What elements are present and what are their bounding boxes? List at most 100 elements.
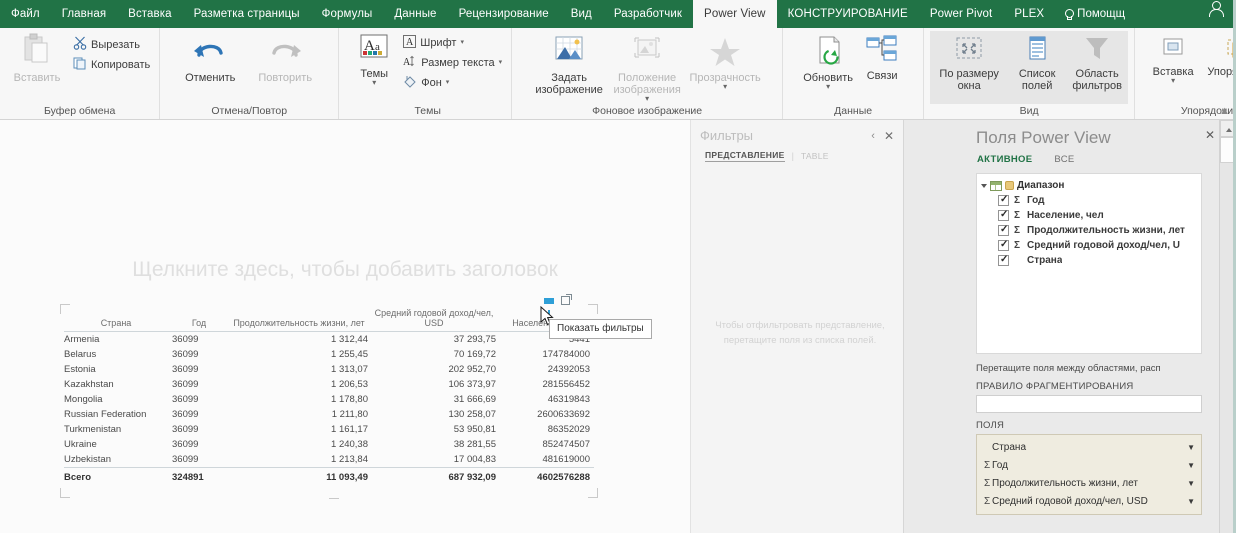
power-view-table[interactable]: Страна Год Продолжительность жизни, лет … — [64, 308, 594, 485]
refresh-button[interactable]: Обновить ▾ — [799, 33, 857, 91]
field-checkbox-life-expectancy[interactable]: Σ Продолжительность жизни, лет — [982, 221, 1196, 236]
image-position-chevron-down-icon[interactable]: ▾ — [645, 95, 649, 103]
field-checkbox-country[interactable]: Страна — [982, 251, 1196, 266]
chevron-down-icon[interactable]: ▼ — [1187, 497, 1195, 506]
show-filters-funnel-icon[interactable] — [544, 297, 554, 314]
fields-tab-all[interactable]: ВСЕ — [1054, 154, 1074, 165]
transparency-button[interactable]: Прозрачность ▾ — [686, 33, 764, 91]
header-life-expectancy[interactable]: Продолжительность жизни, лет — [230, 308, 372, 332]
fit-to-window-button[interactable]: По размеру окна — [930, 33, 1008, 92]
resize-handle-top-left[interactable] — [60, 304, 70, 314]
checkbox-icon[interactable] — [998, 239, 1009, 251]
table-visualization[interactable]: Страна Год Продолжительность жизни, лет … — [60, 294, 598, 499]
table-row[interactable]: Mongolia 36099 1 178,80 31 666,69 463198… — [64, 392, 594, 407]
image-position-button[interactable]: Положение изображения ▾ — [608, 33, 686, 103]
cell-life: 1 240,38 — [331, 439, 368, 450]
paste-button[interactable]: Вставить — [5, 31, 69, 84]
filters-close-icon[interactable]: ✕ — [884, 129, 894, 143]
ribbon-tab-page-layout[interactable]: Разметка страницы — [183, 0, 311, 28]
insert-chevron-down-icon[interactable]: ▾ — [1171, 77, 1175, 85]
tell-me-help[interactable]: Помощщ — [1055, 0, 1134, 28]
expand-triangle-icon[interactable] — [981, 183, 987, 188]
filters-tab-table[interactable]: TABLE — [801, 151, 829, 161]
table-row[interactable]: Kazakhstan 36099 1 206,53 106 373,97 281… — [64, 377, 594, 392]
set-image-button[interactable]: Задать изображение — [530, 33, 608, 96]
text-size-button[interactable]: A Размер текста ▾ — [399, 53, 506, 73]
chevron-down-icon[interactable]: ▼ — [1187, 443, 1195, 452]
collapse-ribbon-icon[interactable]: ▲ — [1219, 105, 1230, 117]
ribbon-tab-home[interactable]: Главная — [51, 0, 117, 28]
chevron-down-icon[interactable]: ▼ — [1187, 461, 1195, 470]
cell-population: 281556452 — [542, 379, 590, 390]
field-checkbox-income[interactable]: Σ Средний годовой доход/чел, U — [982, 236, 1196, 251]
table-row[interactable]: Armenia 36099 1 312,44 37 293,75 5441 — [64, 332, 594, 348]
ribbon-tab-plex[interactable]: PLEX — [1003, 0, 1055, 28]
redo-button[interactable]: Повторить — [246, 37, 324, 84]
arrange-button[interactable]: Упорядочить ▾ — [1201, 35, 1236, 84]
resize-handle-bottom-right[interactable] — [588, 488, 598, 498]
table-row[interactable]: Uzbekistan 36099 1 213,84 17 004,83 4816… — [64, 452, 594, 468]
ribbon-tab-design[interactable]: КОНСТРУИРОВАНИЕ — [777, 0, 919, 28]
filters-collapse-chevron-icon[interactable]: ‹ — [871, 130, 875, 142]
header-year[interactable]: Год — [172, 308, 230, 332]
ribbon-tab-review[interactable]: Рецензирование — [448, 0, 560, 28]
resize-handle-top-right[interactable] — [588, 304, 598, 314]
fields-tree-root[interactable]: Диапазон — [981, 180, 1196, 191]
account-person-icon[interactable] — [1208, 0, 1226, 18]
filters-tab-view[interactable]: ПРЕДСТАВЛЕНИЕ — [705, 150, 785, 162]
table-row[interactable]: Belarus 36099 1 255,45 70 169,72 1747840… — [64, 347, 594, 362]
ribbon-tab-file[interactable]: Файл — [0, 0, 51, 28]
filters-area-button[interactable]: Область фильтров — [1066, 33, 1128, 92]
table-row[interactable]: Russian Federation 36099 1 211,80 130 25… — [64, 407, 594, 422]
header-country[interactable]: Страна — [64, 308, 172, 332]
popout-expand-icon[interactable] — [561, 294, 572, 305]
ribbon-tab-power-view[interactable]: Power View — [693, 0, 777, 28]
themes-button[interactable]: A a Темы ▾ — [349, 31, 399, 87]
checkbox-icon[interactable] — [998, 209, 1009, 221]
resize-handle-bottom-left[interactable] — [60, 488, 70, 498]
field-row-country[interactable]: Страна ▼ — [977, 438, 1201, 456]
copy-button[interactable]: Копировать — [69, 55, 154, 75]
field-checkbox-population[interactable]: Σ Население, чел — [982, 206, 1196, 221]
slicer-drop-area[interactable] — [976, 395, 1202, 413]
total-life: 11 093,49 — [230, 467, 372, 485]
table-row[interactable]: Turkmenistan 36099 1 161,17 53 950,81 86… — [64, 422, 594, 437]
table-row[interactable]: Ukraine 36099 1 240,38 38 281,55 8524745… — [64, 437, 594, 452]
insert-button[interactable]: Вставка ▾ — [1145, 35, 1201, 85]
ribbon-tab-data[interactable]: Данные — [383, 0, 447, 28]
background-chevron-down-icon[interactable]: ▾ — [446, 76, 450, 90]
checkbox-icon[interactable] — [998, 194, 1009, 206]
font-chevron-down-icon[interactable]: ▾ — [460, 36, 464, 50]
ribbon-tab-power-pivot[interactable]: Power Pivot — [919, 0, 1003, 28]
undo-button[interactable]: Отменить — [174, 37, 246, 84]
ribbon-tab-view[interactable]: Вид — [560, 0, 603, 28]
ribbon-tab-insert[interactable]: Вставка — [117, 0, 182, 28]
chevron-down-icon[interactable]: ▼ — [1187, 479, 1195, 488]
themes-chevron-down-icon[interactable]: ▾ — [372, 79, 376, 87]
field-row-year[interactable]: Σ Год ▼ — [977, 456, 1201, 474]
power-view-canvas[interactable]: Щелкните здесь, чтобы добавить заголовок… — [0, 120, 690, 533]
fields-drop-area[interactable]: Страна ▼ Σ Год ▼ Σ Продолжительность жиз… — [976, 434, 1202, 515]
field-row-income[interactable]: Σ Средний годовой доход/чел, USD ▼ — [977, 492, 1201, 510]
report-title-placeholder[interactable]: Щелкните здесь, чтобы добавить заголовок — [70, 258, 620, 282]
refresh-chevron-down-icon[interactable]: ▾ — [826, 83, 830, 91]
cut-button[interactable]: Вырезать — [69, 35, 154, 55]
field-list-button[interactable]: Список полей — [1008, 33, 1066, 92]
transparency-chevron-down-icon[interactable]: ▾ — [723, 83, 727, 91]
checkbox-icon[interactable] — [998, 254, 1009, 266]
fit-window-label-line1: По размеру — [939, 68, 999, 80]
ribbon-tab-developer[interactable]: Разработчик — [603, 0, 693, 28]
fields-tab-active[interactable]: АКТИВНОЕ — [977, 154, 1032, 165]
header-income[interactable]: Средний годовой доход/чел, USD — [372, 308, 500, 332]
text-size-chevron-down-icon[interactable]: ▾ — [499, 56, 503, 70]
field-row-life-expectancy[interactable]: Σ Продолжительность жизни, лет ▼ — [977, 474, 1201, 492]
field-checkbox-year[interactable]: Σ Год — [982, 191, 1196, 206]
relationships-button[interactable]: Связи — [857, 33, 907, 82]
ribbon-tab-formulas[interactable]: Формулы — [311, 0, 384, 28]
fields-tree[interactable]: Диапазон Σ Год Σ Население, чел Σ — [976, 173, 1202, 354]
font-button[interactable]: A Шрифт ▾ — [399, 33, 506, 53]
resize-handle-bottom-center[interactable] — [329, 498, 339, 499]
checkbox-icon[interactable] — [998, 224, 1009, 236]
background-button[interactable]: Фон ▾ — [399, 73, 506, 93]
table-row[interactable]: Estonia 36099 1 313,07 202 952,70 243920… — [64, 362, 594, 377]
